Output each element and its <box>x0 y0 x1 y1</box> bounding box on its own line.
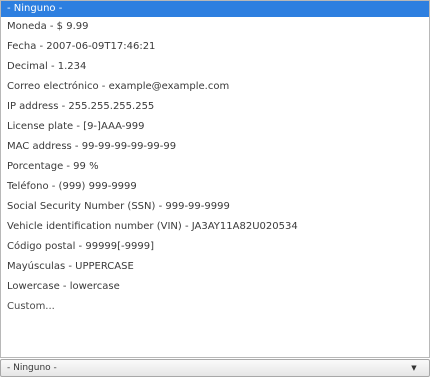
dropdown-options-list[interactable]: - Ninguno - Moneda - $ 9.99 Fecha - 2007… <box>0 0 430 358</box>
option-mac-address[interactable]: MAC address - 99-99-99-99-99-99 <box>1 137 429 157</box>
option-license-plate[interactable]: License plate - [9-]AAA-999 <box>1 117 429 137</box>
option-uppercase[interactable]: Mayúsculas - UPPERCASE <box>1 257 429 277</box>
select-current-value: - Ninguno - <box>7 363 57 373</box>
triangle-down-icon[interactable]: ▼ <box>407 360 421 376</box>
mask-select[interactable]: - Ninguno - ▼ <box>0 359 430 377</box>
option-ip-address[interactable]: IP address - 255.255.255.255 <box>1 97 429 117</box>
option-postal-code[interactable]: Código postal - 99999[-9999] <box>1 237 429 257</box>
option-percentage[interactable]: Porcentage - 99 % <box>1 157 429 177</box>
option-decimal[interactable]: Decimal - 1.234 <box>1 57 429 77</box>
option-none[interactable]: - Ninguno - <box>1 1 429 17</box>
option-lowercase[interactable]: Lowercase - lowercase <box>1 277 429 297</box>
option-custom[interactable]: Custom... <box>1 297 429 317</box>
option-vin[interactable]: Vehicle identification number (VIN) - JA… <box>1 217 429 237</box>
option-ssn[interactable]: Social Security Number (SSN) - 999-99-99… <box>1 197 429 217</box>
option-date[interactable]: Fecha - 2007-06-09T17:46:21 <box>1 37 429 57</box>
option-email[interactable]: Correo electrónico - example@example.com <box>1 77 429 97</box>
option-phone[interactable]: Teléfono - (999) 999-9999 <box>1 177 429 197</box>
option-currency[interactable]: Moneda - $ 9.99 <box>1 17 429 37</box>
